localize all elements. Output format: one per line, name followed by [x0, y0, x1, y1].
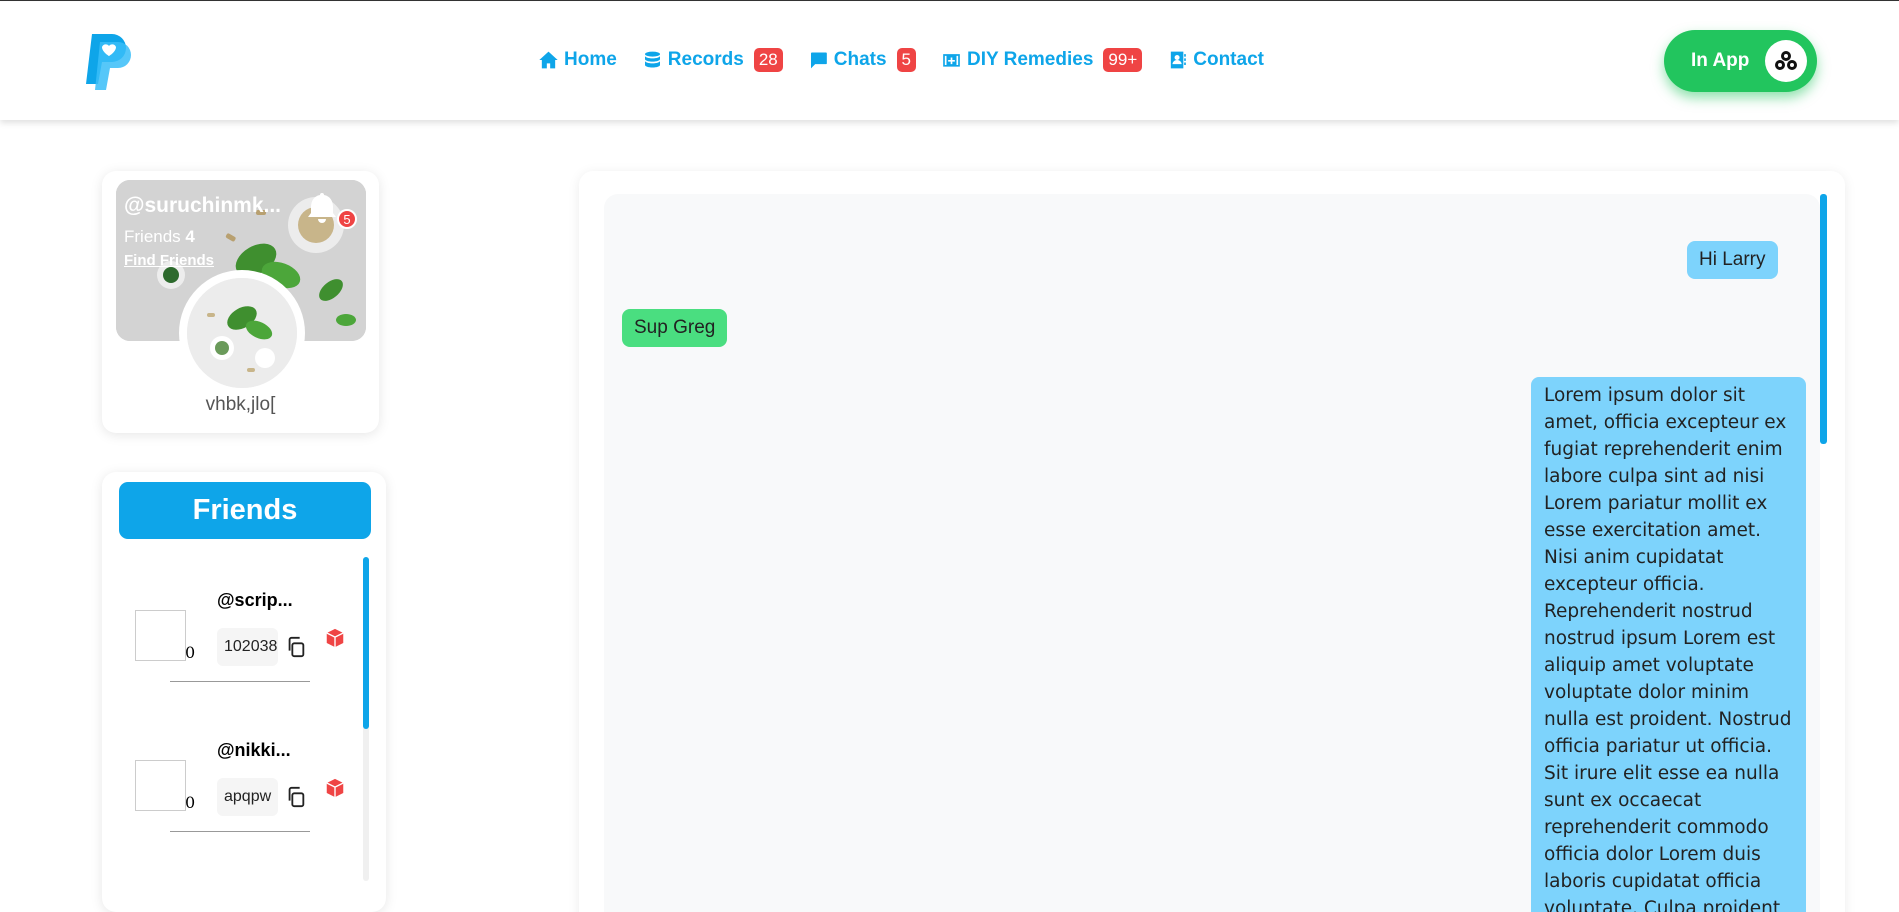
profile-display-name: vhbk,jlo[ — [205, 394, 276, 415]
chats-count-badge: 5 — [896, 48, 917, 72]
home-icon — [539, 51, 558, 69]
friends-count-label: Friends — [124, 227, 181, 246]
friend-list-item[interactable]: 0 @nikki... apqpw — [102, 702, 362, 842]
nav-diy-remedies[interactable]: DIY Remedies 99+ — [941, 48, 1143, 72]
profile-friends-count: Friends 4 — [124, 227, 195, 247]
profile-card: @suruchinmk... Friends 4 Find Friends 5 … — [102, 171, 379, 433]
nav-chats-label: Chats — [833, 49, 887, 70]
medkit-icon — [943, 54, 960, 67]
friend-code: apqpw — [217, 778, 278, 816]
friend-avatar[interactable] — [135, 760, 186, 811]
nav-diy-remedies-label: DIY Remedies — [967, 49, 1094, 70]
contact-icon — [1171, 51, 1187, 69]
database-icon — [644, 51, 660, 68]
friends-count-value: 4 — [185, 227, 195, 246]
top-navbar: Home Records 28 Chats 5 DIY Remedies 99+… — [0, 2, 1899, 120]
remedies-count-badge: 99+ — [1103, 48, 1143, 72]
nav-home[interactable]: Home — [538, 49, 617, 71]
nav-home-label: Home — [564, 49, 617, 70]
friend-username[interactable]: @nikki... — [217, 740, 291, 761]
cube-icon[interactable] — [324, 627, 346, 649]
nav-records-label: Records — [667, 49, 744, 70]
apps-icon — [1765, 40, 1807, 82]
cube-icon[interactable] — [324, 777, 346, 799]
friend-count: 0 — [185, 643, 196, 662]
notification-count-badge: 5 — [337, 209, 357, 229]
chat-message-received: Sup Greg — [622, 309, 728, 347]
friend-divider — [170, 681, 310, 682]
friends-scrollbar-thumb[interactable] — [363, 557, 369, 729]
chat-message-sent: Hi Larry — [1687, 241, 1778, 279]
copy-icon[interactable] — [285, 786, 307, 808]
nav-chats[interactable]: Chats 5 — [808, 48, 917, 72]
friends-card: Friends 0 @scrip... 102038 0 @nikki... a… — [102, 472, 386, 912]
friends-header: Friends — [119, 482, 371, 539]
chat-icon — [810, 52, 827, 69]
in-app-label: In App — [1691, 50, 1750, 71]
friend-divider — [170, 831, 310, 832]
chat-message-sent: Lorem ipsum dolor sit amet, officia exce… — [1531, 377, 1806, 912]
chat-scrollbar-thumb[interactable] — [1820, 194, 1827, 444]
records-count-badge: 28 — [753, 48, 783, 72]
find-friends-link[interactable]: Find Friends — [124, 252, 214, 269]
bell-icon[interactable] — [302, 187, 342, 227]
profile-avatar[interactable] — [179, 270, 305, 396]
friend-list-item[interactable]: 0 @scrip... 102038 — [102, 552, 362, 692]
friend-count: 0 — [185, 793, 196, 812]
copy-icon[interactable] — [285, 636, 307, 658]
profile-username: @suruchinmk... — [124, 194, 282, 217]
friend-avatar[interactable] — [135, 610, 186, 661]
nav-contact[interactable]: Contact — [1167, 49, 1264, 71]
in-app-button[interactable]: In App — [1664, 30, 1817, 92]
app-logo[interactable] — [78, 30, 134, 94]
avatar-image — [187, 278, 297, 388]
friend-username[interactable]: @scrip... — [217, 590, 293, 611]
main-nav: Home Records 28 Chats 5 DIY Remedies 99+… — [538, 48, 1289, 72]
nav-records[interactable]: Records 28 — [642, 48, 783, 72]
friend-code: 102038 — [217, 628, 278, 666]
nav-contact-label: Contact — [1193, 49, 1264, 70]
